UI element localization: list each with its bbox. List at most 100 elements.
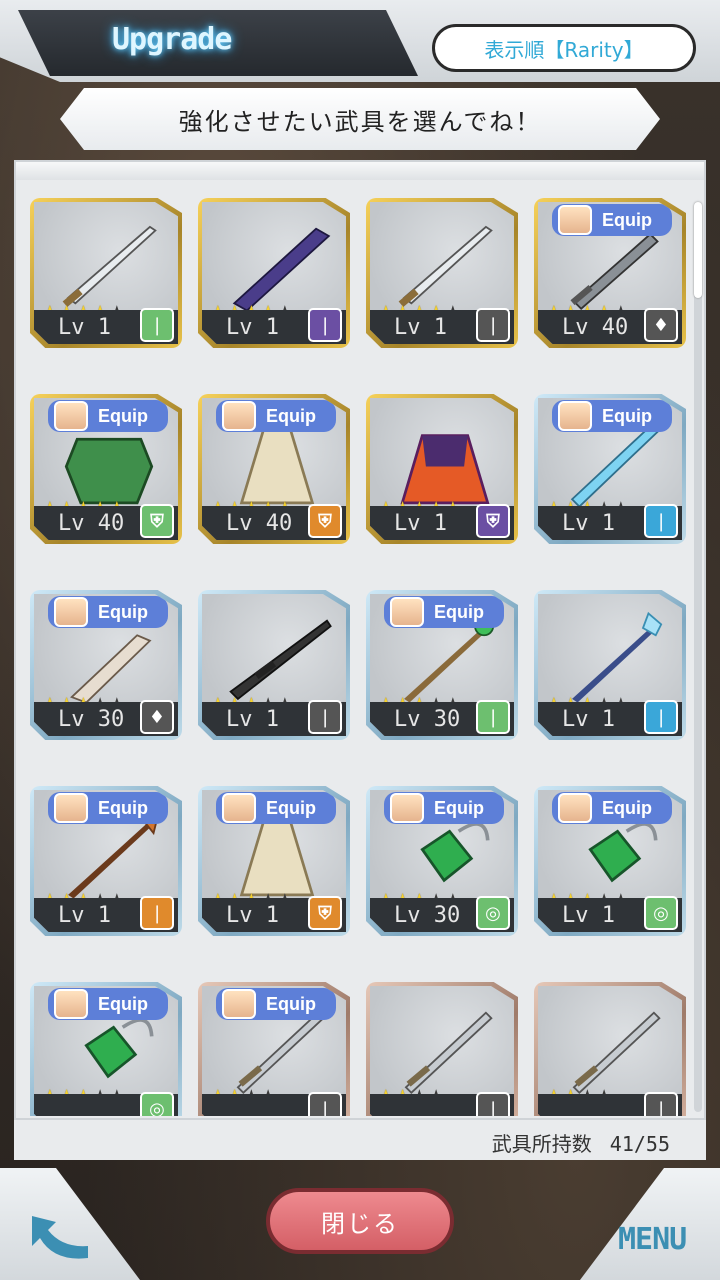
red-dress-icon — [400, 434, 490, 505]
card-inner: Equip★★★★★Lv 40⛨ — [202, 398, 346, 540]
dagger-type-icon: ♦ — [644, 308, 678, 342]
level-text: Lv 1 — [58, 903, 111, 928]
equipment-panel: ★★★★★Lv 1❘★★★★★Lv 1❘★★★★★Lv 1❘Equip★★★★★… — [14, 160, 706, 1156]
gun-type-icon: ❘ — [308, 700, 342, 734]
equip-label: Equip — [266, 797, 316, 818]
panel-topline — [16, 162, 704, 180]
equip-badge: Equip — [216, 792, 336, 824]
equipment-card[interactable]: ★★★★★Lv 1❘ — [366, 198, 518, 348]
long-sword-icon — [572, 1011, 661, 1094]
level-text: Lv 1 — [562, 707, 615, 732]
equip-label: Equip — [602, 209, 652, 230]
character-avatar-icon — [558, 205, 592, 235]
sword-type-icon: ❘ — [140, 308, 174, 342]
equip-label: Equip — [434, 797, 484, 818]
equip-label: Equip — [434, 601, 484, 622]
card-inner: ★★★★★Lv 1❘ — [202, 202, 346, 344]
level-text: Lv 1 — [394, 511, 447, 536]
equipment-card[interactable]: Equip★★★★★Lv 30❘ — [366, 590, 518, 740]
equipment-card[interactable]: Equip★★★★★Lv 1❘ — [30, 786, 182, 936]
equipment-card[interactable]: ★★★★★Lv 1❘ — [198, 590, 350, 740]
level-text: Lv 1 — [562, 511, 615, 536]
level-text: Lv 30 — [394, 903, 461, 928]
card-inner: Equip★★★★❘ — [202, 986, 346, 1116]
count-label: 武具所持数 — [491, 1132, 592, 1156]
character-avatar-icon — [54, 989, 88, 1019]
scrollbar[interactable] — [694, 202, 702, 1112]
equip-badge: Equip — [384, 792, 504, 824]
equipment-card[interactable]: ★★★★★Lv 1⛨ — [366, 394, 518, 544]
equip-badge: Equip — [552, 792, 672, 824]
card-inner: Equip★★★★★Lv 30♦ — [34, 594, 178, 736]
equip-badge: Equip — [552, 400, 672, 432]
sword-type-icon: ❘ — [476, 1092, 510, 1116]
level-text: Lv 40 — [58, 511, 125, 536]
card-inner: Equip★★★★★Lv 1❘ — [538, 398, 682, 540]
equipment-card[interactable]: Equip★★★★★Lv 40⛨ — [198, 394, 350, 544]
accessory-type-icon: ◎ — [644, 896, 678, 930]
equipment-card[interactable]: Equip★★★★★Lv 40♦ — [534, 198, 686, 348]
character-avatar-icon — [222, 401, 256, 431]
equipment-card[interactable]: Equip★★★★❘ — [198, 982, 350, 1116]
long-sword-icon — [404, 1011, 493, 1094]
character-avatar-icon — [558, 793, 592, 823]
character-avatar-icon — [390, 793, 424, 823]
equipment-card[interactable]: Equip★★★★★Lv 1◎ — [534, 786, 686, 936]
equipment-card[interactable]: Equip★★★★★Lv 30◎ — [366, 786, 518, 936]
staff-type-icon: ❘ — [644, 700, 678, 734]
card-inner: ★★★★★Lv 1❘ — [370, 202, 514, 344]
card-inner: Equip★★★★★Lv 40♦ — [538, 202, 682, 344]
equipment-card[interactable]: Equip★★★★★Lv 30♦ — [30, 590, 182, 740]
card-inner: ★★★★★Lv 1❘ — [538, 594, 682, 736]
accessory-type-icon: ◎ — [140, 1092, 174, 1116]
equipment-card[interactable]: Equip★★★★★Lv 1⛨ — [198, 786, 350, 936]
card-inner: Equip★★★★★Lv 1⛨ — [202, 790, 346, 932]
equipment-grid-area[interactable]: ★★★★★Lv 1❘★★★★★Lv 1❘★★★★★Lv 1❘Equip★★★★★… — [30, 198, 690, 1116]
equip-badge: Equip — [48, 792, 168, 824]
back-arrow-icon[interactable] — [28, 1212, 94, 1266]
armor-type-icon: ⛨ — [140, 504, 174, 538]
equipment-card[interactable]: ★★★★★Lv 1❘ — [30, 198, 182, 348]
equipment-card[interactable]: Equip★★★★★Lv 1❘ — [534, 394, 686, 544]
character-avatar-icon — [222, 793, 256, 823]
card-inner: Equip★★★★★Lv 40⛨ — [34, 398, 178, 540]
character-avatar-icon — [222, 989, 256, 1019]
card-inner: ★★★★★Lv 1❘ — [202, 594, 346, 736]
equipment-card[interactable]: ★★★★❘ — [534, 982, 686, 1116]
equipment-card[interactable]: Equip★★★★★Lv 40⛨ — [30, 394, 182, 544]
equip-label: Equip — [98, 797, 148, 818]
armor-type-icon: ⛨ — [476, 504, 510, 538]
sort-order-button[interactable]: 表示順【Rarity】 — [432, 24, 696, 72]
armor-type-icon: ⛨ — [308, 504, 342, 538]
inventory-count-bar: 武具所持数 41/55 — [14, 1118, 706, 1160]
equip-label: Equip — [98, 405, 148, 426]
scroll-thumb[interactable] — [694, 202, 702, 298]
close-button[interactable]: 閉じる — [266, 1188, 454, 1254]
level-text: Lv 30 — [394, 707, 461, 732]
equipment-card[interactable]: ★★★★★Lv 1❘ — [534, 590, 686, 740]
equip-label: Equip — [98, 601, 148, 622]
inventory-count: 武具所持数 41/55 — [492, 1128, 670, 1157]
equip-label: Equip — [98, 993, 148, 1014]
level-text: Lv 1 — [226, 903, 279, 928]
menu-button[interactable]: MENU — [618, 1222, 687, 1257]
count-value: 41/55 — [609, 1132, 670, 1156]
level-text: Lv 1 — [562, 903, 615, 928]
equipment-card[interactable]: ★★★★★Lv 1❘ — [198, 198, 350, 348]
card-inner: ★★★★★Lv 1⛨ — [370, 398, 514, 540]
equip-label: Equip — [266, 993, 316, 1014]
card-inner: ★★★★❘ — [370, 986, 514, 1116]
equip-label: Equip — [602, 405, 652, 426]
equipment-card[interactable]: Equip★★★★★◎ — [30, 982, 182, 1116]
equip-badge: Equip — [48, 596, 168, 628]
card-inner: ★★★★❘ — [538, 986, 682, 1116]
sword-type-icon: ❘ — [476, 308, 510, 342]
spear-type-icon: ❘ — [140, 896, 174, 930]
card-inner: Equip★★★★★◎ — [34, 986, 178, 1116]
equip-badge: Equip — [48, 988, 168, 1020]
character-avatar-icon — [390, 597, 424, 627]
equipment-card[interactable]: ★★★★❘ — [366, 982, 518, 1116]
equip-badge: Equip — [384, 596, 504, 628]
sword-type-icon: ❘ — [644, 504, 678, 538]
card-inner: Equip★★★★★Lv 1◎ — [538, 790, 682, 932]
